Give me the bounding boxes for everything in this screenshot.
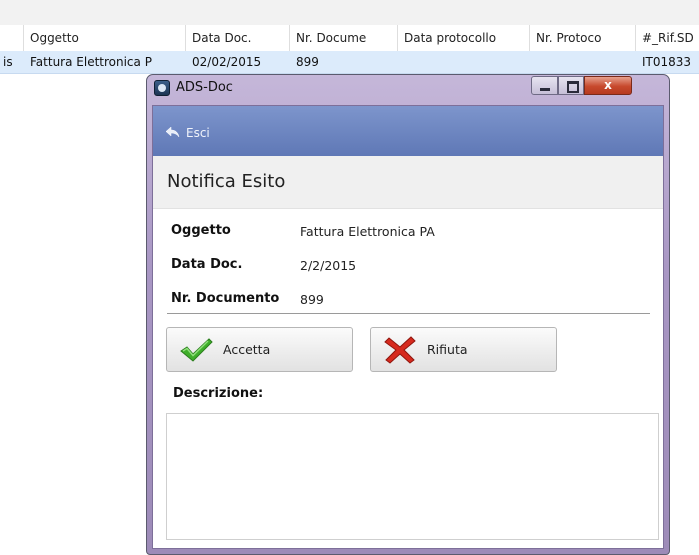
descrizione-label: Descrizione:: [173, 386, 264, 401]
separator: [167, 313, 650, 315]
green-check-icon: [180, 337, 213, 362]
data-doc-value: 2/2/2015: [300, 258, 357, 273]
accetta-button[interactable]: Accetta: [166, 327, 353, 372]
accetta-button-label: Accetta: [223, 342, 271, 357]
table-cell-data-doc: 02/02/2015: [192, 55, 262, 69]
oggetto-value: Fattura Elettronica PA: [300, 224, 435, 239]
rifiuta-button[interactable]: Rifiuta: [370, 327, 557, 372]
column-header-oggetto[interactable]: Oggetto: [24, 25, 186, 51]
maximize-button[interactable]: [558, 76, 584, 95]
column-header-blank[interactable]: [0, 25, 24, 51]
section-header: Notifica Esito: [153, 156, 663, 209]
nr-documento-label: Nr. Documento: [171, 291, 280, 306]
column-header-nr-documento[interactable]: Nr. Documе: [290, 25, 398, 51]
data-doc-label: Data Doc.: [171, 257, 243, 272]
dialog-client-area: Esci Notifica Esito Oggetto Fattura Elet…: [152, 105, 664, 549]
grid-group-bar: [0, 0, 699, 25]
red-x-icon: [384, 335, 416, 364]
window-title: ADS-Doc: [176, 80, 233, 95]
exit-arrow-icon: [166, 127, 180, 138]
ads-doc-app-icon: [154, 80, 170, 96]
dialog-toolbar: Esci: [153, 106, 663, 156]
minimize-button[interactable]: [531, 76, 558, 95]
grid-header: Oggetto Data Doc. Nr. Documе Data protoc…: [0, 25, 699, 52]
column-header-rif-sdi[interactable]: #_Rif.SD: [636, 25, 699, 51]
table-cell: is: [3, 55, 13, 69]
table-cell-nr-documento: 899: [296, 55, 319, 69]
table-cell-rif-sdi: IT01833: [642, 55, 692, 69]
oggetto-label: Oggetto: [171, 223, 231, 238]
page-title: Notifica Esito: [167, 171, 286, 192]
close-button[interactable]: x: [584, 76, 632, 95]
column-header-nr-protocollo[interactable]: Nr. Protoco: [530, 25, 636, 51]
exit-button-label: Esci: [186, 126, 210, 140]
exit-button[interactable]: Esci: [166, 125, 210, 141]
rifiuta-button-label: Rifiuta: [427, 342, 468, 357]
close-icon: x: [604, 78, 612, 92]
table-row[interactable]: is Fattura Elettronica P 02/02/2015 899 …: [0, 51, 699, 74]
column-header-data-doc[interactable]: Data Doc.: [186, 25, 290, 51]
window-titlebar[interactable]: ADS-Doc x: [147, 75, 669, 101]
notifica-esito-dialog: ADS-Doc x Esci Notifica Esito Oggetto Fa…: [146, 74, 670, 555]
nr-documento-value: 899: [300, 292, 324, 307]
column-header-data-protocollo[interactable]: Data protocollo: [398, 25, 530, 51]
descrizione-textarea[interactable]: [166, 413, 659, 540]
table-cell-oggetto: Fattura Elettronica P: [30, 55, 152, 69]
